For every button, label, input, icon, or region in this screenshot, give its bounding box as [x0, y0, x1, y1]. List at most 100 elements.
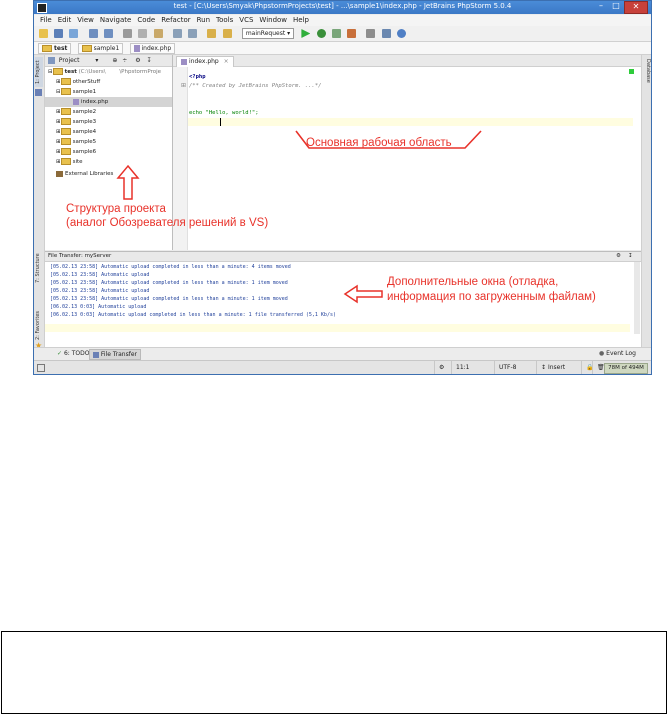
tab-project[interactable]: 1: Project — [35, 57, 43, 87]
fold-icon[interactable]: ⊞ — [181, 82, 186, 89]
right-tool-strip: Database — [641, 55, 651, 355]
php-file-icon — [181, 58, 187, 65]
folder-icon — [60, 128, 71, 135]
file-transfer-header: File Transfer: myServer ⚙ ↧ — [45, 252, 641, 262]
status-bar: ⚙ 11:1 UTF-8 ↕ Insert 🔒 🗑 78M of 494M — [34, 360, 651, 374]
tab-database[interactable]: Database — [643, 59, 651, 99]
profile-icon[interactable] — [347, 29, 357, 38]
replace-icon[interactable] — [188, 29, 198, 38]
folder-icon — [60, 78, 71, 85]
close-button[interactable]: ✕ — [624, 1, 648, 14]
tree-item-sample1[interactable]: ⊟ sample1 — [56, 87, 96, 97]
log-line: [05.02.13 23:58] Automatic upload — [50, 272, 150, 278]
code-line-2[interactable]: /** Created by JetBrains PhpStorm. ...*/ — [189, 82, 321, 91]
copy-icon[interactable] — [138, 29, 148, 38]
hide-panel-icon[interactable]: ↧ — [628, 252, 633, 261]
title-bar: test - [C:\Users\Smyak\PhpstormProjects\… — [34, 1, 651, 14]
sync-target-icon[interactable]: ⊕ — [112, 57, 117, 64]
breadcrumb-item-index-php[interactable]: index.php — [129, 43, 176, 54]
menu-file[interactable]: File — [40, 15, 52, 26]
insert-mode[interactable]: ↕ Insert — [536, 361, 583, 374]
tab-structure[interactable]: 7: Structure — [35, 252, 43, 284]
structure-icon[interactable] — [381, 29, 391, 38]
close-icon[interactable]: × — [224, 58, 229, 65]
menu-window[interactable]: Window — [259, 15, 287, 26]
code-line-3[interactable]: echo "Hello, world!"; — [189, 109, 259, 118]
menu-edit[interactable]: Edit — [58, 15, 72, 26]
log-line: [05.02.13 23:58] Automatic upload comple… — [50, 296, 288, 302]
menu-help[interactable]: Help — [293, 15, 309, 26]
run-config-select[interactable]: mainRequest ▾ — [241, 28, 295, 39]
hide-panel-icon[interactable]: ↧ — [147, 57, 152, 64]
log-line: [06.02.13 0:03] Automatic upload — [50, 304, 147, 310]
gear-icon[interactable]: ⚙ — [135, 57, 140, 64]
toggle-tool-windows-icon[interactable] — [37, 364, 45, 372]
code-line-1[interactable]: <?php — [189, 73, 206, 82]
save-icon[interactable] — [54, 29, 64, 38]
menu-run[interactable]: Run — [197, 15, 210, 26]
tab-event-log[interactable]: ● Event Log — [596, 349, 639, 358]
caret-position[interactable]: 11:1 — [451, 361, 496, 374]
tree-item-sample4[interactable]: ⊞ sample4 — [56, 127, 96, 137]
tree-item-site[interactable]: ⊞ site — [56, 157, 83, 167]
maximize-button[interactable]: □ — [609, 1, 623, 12]
minimize-button[interactable]: – — [594, 1, 608, 12]
paste-icon[interactable] — [153, 29, 163, 38]
folder-icon — [81, 45, 92, 52]
transfer-icon — [93, 351, 99, 358]
tab-todo[interactable]: ✓ 6: TODO — [54, 349, 92, 358]
upload-icon[interactable] — [207, 29, 217, 38]
file-encoding[interactable]: UTF-8 — [494, 361, 537, 374]
tree-item-otherstuff[interactable]: ⊞ otherStuff — [56, 77, 100, 87]
folder-icon — [60, 88, 71, 95]
project-view-select[interactable]: Project — [59, 57, 80, 64]
menu-vcs[interactable]: VCS — [239, 15, 253, 26]
php-file-icon — [73, 98, 79, 105]
menu-refactor[interactable]: Refactor — [161, 15, 190, 26]
up-arrow-icon — [116, 164, 140, 200]
folder-icon — [60, 118, 71, 125]
collapse-icon[interactable]: ÷ — [122, 57, 127, 64]
download-icon[interactable] — [222, 29, 232, 38]
tree-item-sample6[interactable]: ⊞ sample6 — [56, 147, 96, 157]
breadcrumb-item-test[interactable]: test — [38, 43, 72, 54]
undo-icon[interactable] — [88, 29, 98, 38]
memory-indicator[interactable]: 78M of 494M — [604, 363, 648, 374]
redo-icon[interactable] — [103, 29, 113, 38]
run-icon[interactable] — [301, 29, 311, 38]
find-icon[interactable] — [172, 29, 182, 38]
tab-file-transfer[interactable]: File Transfer — [89, 349, 141, 360]
tree-item-test[interactable]: ⊟ test (C:\Users\ \PhpstormProje — [48, 67, 161, 77]
left-arrow-icon — [343, 284, 383, 304]
current-line-highlight — [188, 118, 633, 126]
log-line: [06.02.13 0:03] Automatic upload complet… — [50, 312, 336, 318]
tree-item-index-php[interactable]: index.php — [45, 97, 172, 107]
text-cursor — [220, 118, 221, 126]
tab-favorites[interactable]: 2: Favorites — [35, 310, 43, 340]
menu-view[interactable]: View — [77, 15, 94, 26]
gear-icon[interactable]: ⚙ — [616, 252, 621, 261]
coverage-icon[interactable] — [331, 29, 341, 38]
tree-item-sample3[interactable]: ⊞ sample3 — [56, 117, 96, 127]
help-icon[interactable] — [396, 29, 406, 38]
log-line: [05.02.13 23:58] Automatic upload comple… — [50, 264, 291, 270]
breadcrumb: test sample1 index.php — [34, 42, 651, 55]
open-folder-icon[interactable] — [39, 29, 48, 38]
menu-code[interactable]: Code — [137, 15, 155, 26]
tab-index-php[interactable]: index.php × — [176, 56, 234, 67]
window-title: test - [C:\Users\Smyak\PhpstormProjects\… — [173, 2, 512, 10]
cut-icon[interactable] — [123, 29, 133, 38]
menu-navigate[interactable]: Navigate — [100, 15, 131, 26]
debug-icon[interactable] — [316, 29, 326, 38]
log-scrollbar[interactable] — [634, 262, 640, 334]
settings-icon[interactable] — [366, 29, 376, 38]
tree-item-external-libraries[interactable]: External Libraries — [56, 169, 113, 179]
breadcrumb-item-sample1[interactable]: sample1 — [77, 43, 124, 54]
inspection-ok-icon[interactable] — [629, 69, 634, 74]
tree-item-sample2[interactable]: ⊞ sample2 — [56, 107, 96, 117]
workspace-bracket — [295, 130, 482, 149]
sync-icon[interactable] — [69, 29, 79, 38]
tree-item-sample5[interactable]: ⊞ sample5 — [56, 137, 96, 147]
chevron-down-icon[interactable]: ▾ — [95, 57, 98, 64]
menu-tools[interactable]: Tools — [216, 15, 233, 26]
